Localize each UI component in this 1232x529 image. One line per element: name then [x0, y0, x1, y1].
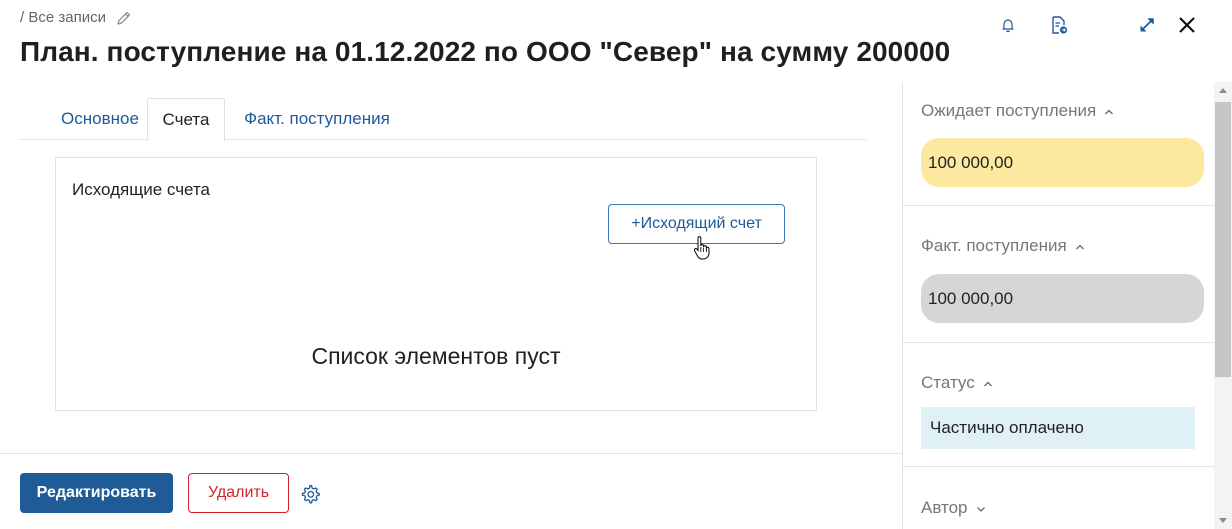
hand-cursor-icon [693, 236, 711, 265]
tab-actual-receipts[interactable]: Факт. поступления [232, 98, 402, 140]
expected-receipts-section: Ожидает поступления 100 000,00 [903, 82, 1215, 206]
scroll-up-icon[interactable] [1219, 88, 1227, 93]
status-toggle[interactable]: Статус [921, 373, 993, 393]
breadcrumb[interactable]: / Все записи [20, 9, 132, 26]
author-label: Автор [921, 498, 968, 517]
delete-button[interactable]: Удалить [188, 473, 289, 513]
actual-receipts-label: Факт. поступления [921, 236, 1067, 255]
actual-receipts-toggle[interactable]: Факт. поступления [921, 236, 1085, 256]
expected-receipts-toggle[interactable]: Ожидает поступления [921, 101, 1114, 121]
panel-title: Исходящие счета [72, 180, 211, 199]
tab-invoices[interactable]: Счета [147, 98, 225, 141]
expected-receipts-label: Ожидает поступления [921, 101, 1097, 120]
actual-receipts-section: Факт. поступления 100 000,00 [903, 206, 1215, 343]
scroll-down-icon[interactable] [1219, 518, 1227, 523]
gear-icon[interactable] [299, 483, 321, 505]
chevron-up-icon [1075, 236, 1085, 256]
pencil-icon[interactable] [116, 10, 132, 26]
expected-receipts-value: 100 000,00 [921, 138, 1204, 187]
chevron-down-icon [976, 498, 986, 518]
actual-receipts-value: 100 000,00 [921, 274, 1204, 323]
status-label: Статус [921, 373, 975, 392]
chevron-up-icon [983, 373, 993, 393]
status-section: Статус Частично оплачено [903, 343, 1215, 467]
tab-main[interactable]: Основное [40, 98, 160, 140]
edit-button[interactable]: Редактировать [20, 473, 173, 513]
scrollbar-thumb[interactable] [1215, 102, 1231, 377]
document-export-icon[interactable] [1046, 12, 1072, 38]
outgoing-invoices-panel: Исходящие счета +Исходящий счет Список э… [55, 157, 817, 411]
author-toggle[interactable]: Автор [921, 498, 986, 518]
expand-icon[interactable] [1134, 12, 1160, 38]
right-sidebar: Ожидает поступления 100 000,00 Факт. пос… [902, 82, 1215, 529]
footer-actions: Редактировать Удалить [0, 453, 903, 529]
author-section: Автор [903, 467, 1215, 529]
bell-icon[interactable] [995, 12, 1021, 38]
status-value: Частично оплачено [921, 407, 1195, 449]
close-icon[interactable] [1174, 12, 1200, 38]
breadcrumb-link[interactable]: / Все записи [20, 9, 106, 26]
tab-bar: Основное Счета Факт. поступления [20, 98, 867, 141]
chevron-up-icon [1104, 101, 1114, 121]
sidebar-scrollbar[interactable] [1214, 82, 1232, 529]
empty-list-message: Список элементов пуст [311, 343, 561, 369]
page-title: План. поступление на 01.12.2022 по ООО "… [20, 36, 951, 67]
